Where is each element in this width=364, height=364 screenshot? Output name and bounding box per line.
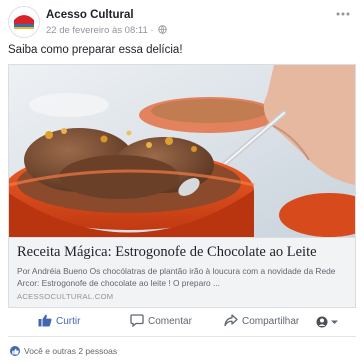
preview-title[interactable]: Receita Mágica: Estrogonofe de Chocolate…: [17, 244, 351, 261]
like-label: Curtir: [56, 316, 81, 327]
like-reaction-icon: [10, 346, 20, 356]
preview-image[interactable]: [9, 65, 355, 237]
comment-button[interactable]: Comentar: [130, 314, 192, 332]
preview-description: Por Andréia Bueno Os chocólatras de plan…: [17, 266, 336, 288]
page-avatar[interactable]: [8, 6, 40, 38]
globe-icon: [158, 25, 167, 34]
more-options-icon[interactable]: [334, 6, 352, 20]
like-button[interactable]: Curtir: [38, 314, 80, 332]
reactions-summary[interactable]: Você e outras 2 pessoas: [10, 346, 117, 356]
post-actions: Curtir Comentar Compartilhar: [8, 310, 356, 337]
comment-icon: [130, 314, 144, 328]
preview-domain: ACESSOCULTURAL.COM: [17, 292, 114, 301]
reaction-selector[interactable]: [316, 316, 344, 334]
share-label: Compartilhar: [242, 316, 300, 327]
preview-body[interactable]: Receita Mágica: Estrogonofe de Chocolate…: [9, 237, 355, 307]
post-message: Saiba como preparar essa delícia!: [8, 44, 183, 56]
post-timestamp[interactable]: 22 de fevereiro às 08:11: [46, 25, 148, 36]
reaction-selector-icon: [316, 316, 338, 328]
meta-separator: ·: [147, 25, 157, 36]
link-preview[interactable]: Receita Mágica: Estrogonofe de Chocolate…: [8, 64, 356, 308]
share-button[interactable]: Compartilhar: [224, 314, 299, 332]
post-meta: 22 de fevereiro às 08:11 ·: [46, 25, 167, 36]
facebook-post-card: Acesso Cultural 22 de fevereiro às 08:11…: [0, 0, 364, 364]
page-name-link[interactable]: Acesso Cultural: [46, 9, 134, 21]
like-icon: [38, 314, 52, 327]
post-header: Acesso Cultural 22 de fevereiro às 08:11…: [8, 6, 356, 38]
share-icon: [224, 314, 238, 327]
comment-label: Comentar: [148, 316, 192, 327]
reactions-text: Você e outras 2 pessoas: [24, 346, 118, 356]
